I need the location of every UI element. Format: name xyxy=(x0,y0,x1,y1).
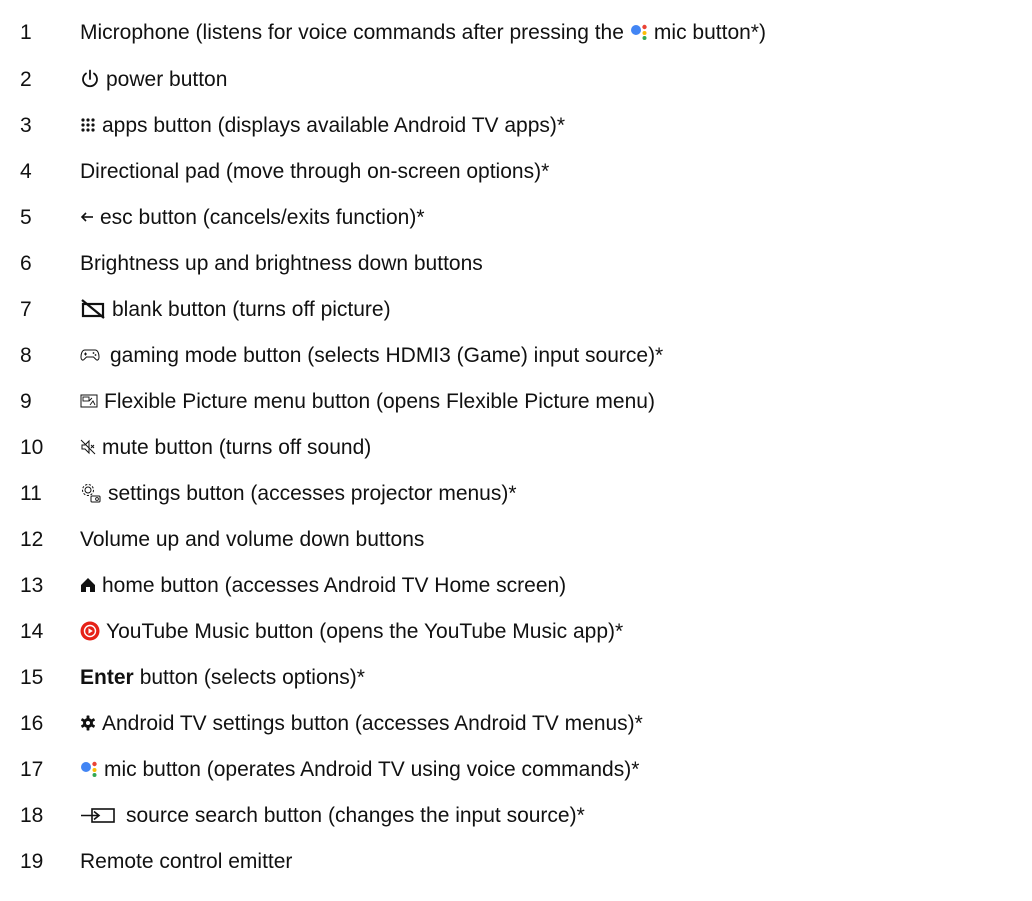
item-number: 10 xyxy=(20,435,44,459)
item-text: gaming mode button (selects HDMI3 (Game)… xyxy=(110,343,664,367)
item-number: 12 xyxy=(20,527,44,551)
item-number: 2 xyxy=(20,67,32,91)
mute-icon xyxy=(80,439,96,455)
item-number: 9 xyxy=(20,389,32,413)
list-item: 2 power button xyxy=(0,56,1032,102)
item-number: 3 xyxy=(20,113,32,137)
home-icon xyxy=(80,577,96,593)
list-item: 1 Microphone (listens for voice commands… xyxy=(0,9,1032,55)
item-text: Volume up and volume down buttons xyxy=(80,527,425,551)
item-number: 5 xyxy=(20,205,32,229)
item-text: button (selects options)* xyxy=(139,665,365,689)
apps-grid-icon xyxy=(80,117,96,133)
blank-screen-icon xyxy=(80,299,106,319)
flexible-picture-icon xyxy=(80,393,98,409)
list-item: 19 Remote control emitter xyxy=(0,838,1032,884)
item-number: 14 xyxy=(20,619,44,643)
item-number: 7 xyxy=(20,297,32,321)
power-icon xyxy=(80,69,100,89)
item-number: 8 xyxy=(20,343,32,367)
item-text: mute button (turns off sound) xyxy=(102,435,372,459)
item-text: power button xyxy=(106,67,228,91)
item-number: 15 xyxy=(20,665,44,689)
list-item: 14 YouTube Music button (opens the YouTu… xyxy=(0,608,1032,654)
item-text: blank button (turns off picture) xyxy=(112,297,391,321)
back-arrow-icon xyxy=(80,210,94,224)
item-text: YouTube Music button (opens the YouTube … xyxy=(106,619,624,643)
item-text: home button (accesses Android TV Home sc… xyxy=(102,573,567,597)
item-text: Directional pad (move through on-screen … xyxy=(80,159,550,183)
list-item: 16 Android TV settings button (accesses … xyxy=(0,700,1032,746)
gamepad-icon xyxy=(80,347,100,363)
item-text: apps button (displays available Android … xyxy=(102,113,566,137)
list-item: 12 Volume up and volume down buttons xyxy=(0,516,1032,562)
item-number: 11 xyxy=(20,481,42,505)
item-number: 19 xyxy=(20,849,44,873)
item-number: 1 xyxy=(20,20,32,44)
item-number: 6 xyxy=(20,251,32,275)
item-text: Flexible Picture menu button (opens Flex… xyxy=(104,389,655,413)
item-text: mic button*) xyxy=(653,20,766,44)
item-number: 18 xyxy=(20,803,44,827)
item-text: Remote control emitter xyxy=(80,849,293,873)
list-item: 18 source search button (changes the inp… xyxy=(0,792,1032,838)
item-text: source search button (changes the input … xyxy=(126,803,585,827)
list-item: 4 Directional pad (move through on-scree… xyxy=(0,148,1032,194)
item-number: 4 xyxy=(20,159,32,183)
list-item: 8 gaming mode button (selects HDMI3 (Gam… xyxy=(0,332,1032,378)
google-assistant-icon xyxy=(80,760,100,778)
list-item: 10 mute button (turns off sound) xyxy=(0,424,1032,470)
item-text: Brightness up and brightness down button… xyxy=(80,251,483,275)
list-item: 3 apps button (displays available Androi… xyxy=(0,102,1032,148)
youtube-music-icon xyxy=(80,621,100,641)
list-item: 17 mic button (operates Android TV using… xyxy=(0,746,1032,792)
source-search-icon xyxy=(80,806,116,824)
item-text: settings button (accesses projector menu… xyxy=(108,481,517,505)
item-text: mic button (operates Android TV using vo… xyxy=(104,757,640,781)
list-item: 11 settings button (accesses projector m… xyxy=(0,470,1032,516)
projector-settings-icon xyxy=(80,482,102,504)
enter-label: Enter xyxy=(80,665,134,689)
item-number: 17 xyxy=(20,757,44,781)
item-text: esc button (cancels/exits function)* xyxy=(100,205,425,229)
list-item: 7 blank button (turns off picture) xyxy=(0,286,1032,332)
item-text-prefix: Microphone (listens for voice commands a… xyxy=(80,20,624,44)
gear-icon xyxy=(80,715,96,731)
list-item: 9 Flexible Picture menu button (opens Fl… xyxy=(0,378,1032,424)
item-number: 16 xyxy=(20,711,44,735)
item-text: Android TV settings button (accesses And… xyxy=(102,711,643,735)
google-assistant-icon xyxy=(630,23,650,41)
item-number: 13 xyxy=(20,573,44,597)
list-item: 15 Enter button (selects options)* xyxy=(0,654,1032,700)
list-item: 5 esc button (cancels/exits function)* xyxy=(0,194,1032,240)
list-item: 6 Brightness up and brightness down butt… xyxy=(0,240,1032,286)
list-item: 13 home button (accesses Android TV Home… xyxy=(0,562,1032,608)
